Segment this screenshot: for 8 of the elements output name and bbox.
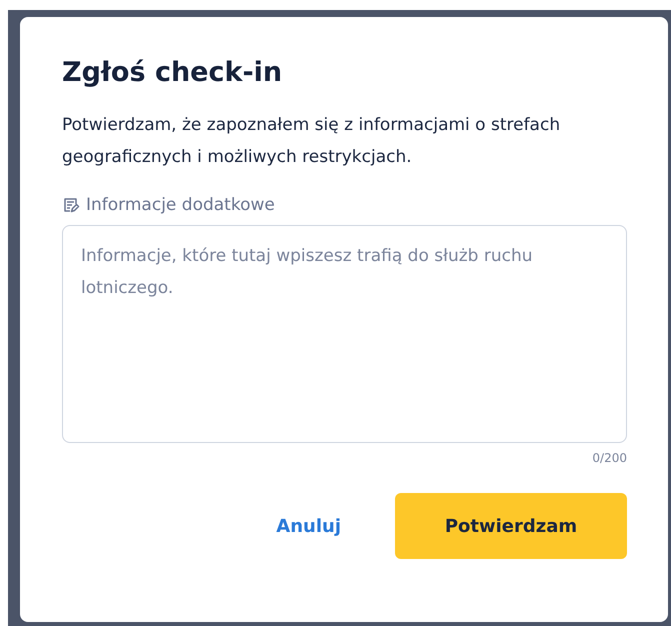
edit-note-icon (62, 196, 80, 214)
dialog-description: Potwierdzam, że zapoznałem się z informacjami o strefach geograficznych i możliwych restrykcjach. (62, 114, 562, 169)
confirm-button[interactable]: Potwierdzam (395, 493, 627, 559)
character-counter: 0/200 (592, 451, 627, 465)
field-label: Informacje dodatkowe (86, 195, 275, 215)
cancel-button[interactable]: Anuluj (252, 508, 365, 544)
additional-info-field[interactable]: Informacje, które tutaj wpiszesz trafią do służb ruchu lotniczego. (62, 225, 627, 443)
dialog-title: Zgłoś check-in (62, 56, 284, 90)
